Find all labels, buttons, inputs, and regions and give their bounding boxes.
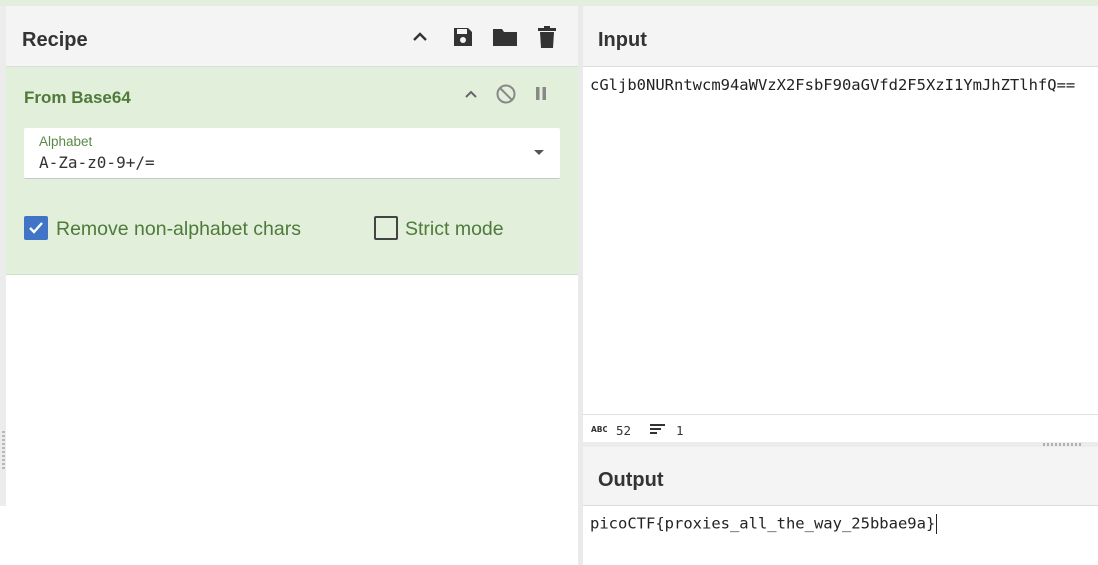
chevron-up-icon[interactable] [458, 81, 484, 107]
output-textarea[interactable]: picoCTF{proxies_all_the_way_25bbae9a} [590, 514, 938, 534]
disable-icon[interactable] [493, 81, 519, 107]
input-title: Input [598, 29, 647, 51]
alphabet-label: Alphabet [39, 134, 93, 149]
alphabet-select[interactable]: Alphabet A-Za-z0-9+/= [24, 128, 560, 179]
chevron-down-icon[interactable] [534, 150, 544, 155]
input-length: 52 [616, 423, 632, 438]
save-icon[interactable] [449, 23, 477, 51]
recipe-header: Recipe [6, 6, 578, 67]
remove-non-alphabet-label: Remove non-alphabet chars [56, 218, 301, 240]
input-status-bar: ABC 52 1 [583, 414, 1098, 442]
output-header: Output [583, 447, 1098, 506]
checkmark-icon [29, 222, 43, 234]
lines-icon [650, 424, 665, 434]
strict-mode-checkbox[interactable] [374, 216, 398, 240]
trash-icon[interactable] [533, 23, 561, 51]
chevron-up-icon[interactable] [406, 23, 434, 51]
input-lines: 1 [676, 423, 684, 438]
folder-icon[interactable] [491, 23, 519, 51]
output-title: Output [598, 469, 664, 491]
length-icon: ABC [591, 425, 607, 434]
operation-title: From Base64 [24, 88, 131, 107]
strict-mode-label: Strict mode [405, 218, 504, 240]
alphabet-value: A-Za-z0-9+/= [39, 153, 155, 172]
input-textarea[interactable]: cGljb0NURntwcm94aWVzX2FsbF90aGVfd2F5XzI1… [590, 76, 1075, 94]
pause-icon[interactable] [528, 81, 554, 107]
resize-handle[interactable] [1043, 443, 1083, 446]
operation-from-base64: From Base64 Alphabet A-Za-z0-9+/= Remove… [6, 67, 578, 275]
output-value: picoCTF{proxies_all_the_way_25bbae9a} [590, 514, 936, 533]
input-header: Input [583, 6, 1098, 67]
text-cursor [936, 514, 938, 534]
resize-handle[interactable] [2, 431, 5, 469]
remove-non-alphabet-checkbox[interactable] [24, 216, 48, 240]
recipe-title: Recipe [22, 29, 88, 51]
svg-text:ABC: ABC [591, 425, 607, 434]
